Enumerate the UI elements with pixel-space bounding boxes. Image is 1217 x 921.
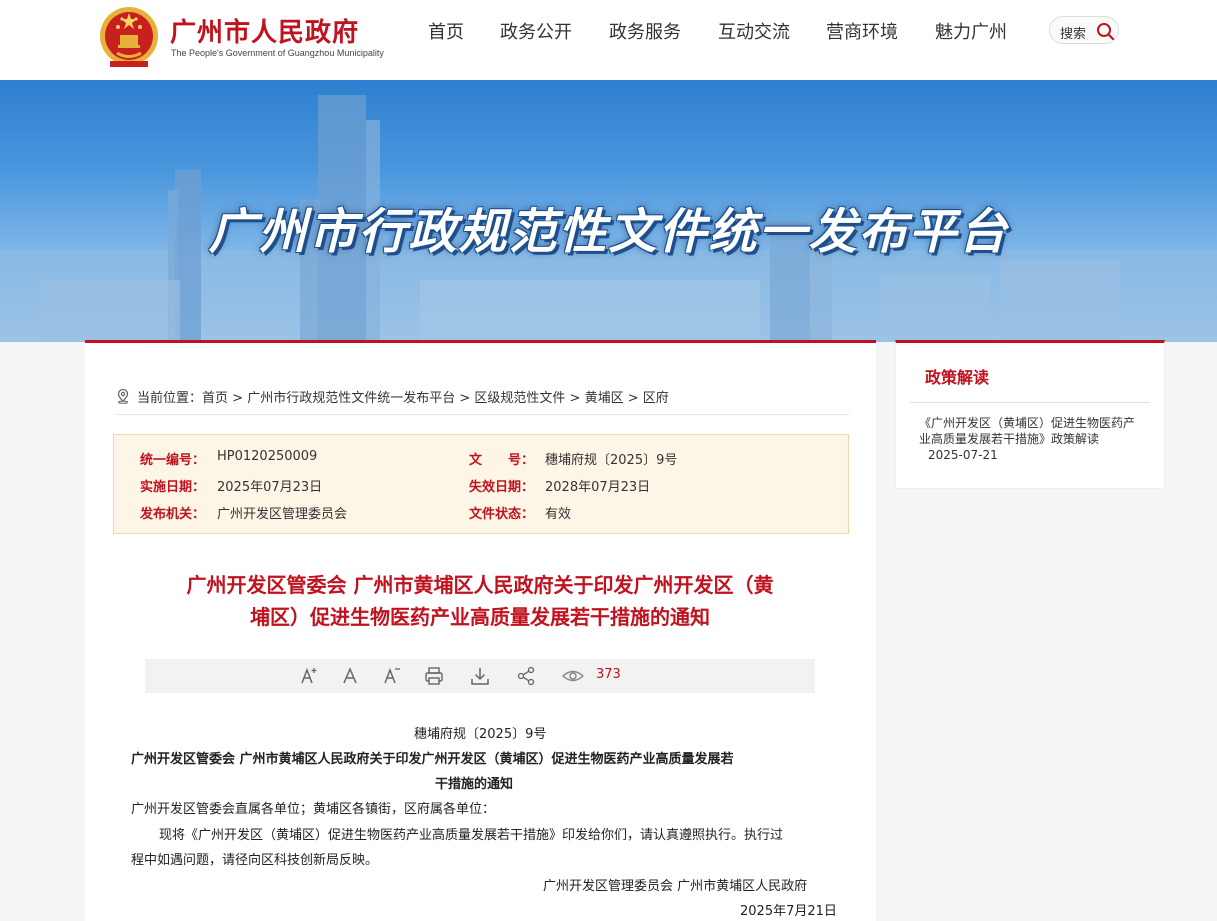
doc-number-label: 文 号： [469, 453, 535, 468]
body-title-line: 广州开发区管委会 广州市黄埔区人民政府关于印发广州开发区（黄埔区）促进生物医药产… [131, 752, 734, 767]
breadcrumb: 当前位置：首页 > 广州市行政规范性文件统一发布平台 > 区级规范性文件 > 黄… [137, 387, 669, 406]
body-date: 2025年7月21日 [740, 904, 837, 919]
font-increase-icon[interactable] [297, 664, 321, 688]
expiry-date-value: 2028年07月23日 [545, 480, 651, 495]
breadcrumb-separator: > [623, 391, 643, 406]
policy-interpretation-link[interactable]: 《广州开发区（黄埔区）促进生物医药产业高质量发展若干措施》政策解读 [919, 415, 1141, 447]
breadcrumb-item-district-docs[interactable]: 区级规范性文件 [474, 391, 565, 406]
body-signer: 广州开发区管理委员会 广州市黄埔区人民政府 [543, 879, 808, 894]
body-paragraph-line: 程中如遇问题，请径向区科技创新局反映。 [131, 853, 379, 868]
breadcrumb-prefix: 当前位置： [137, 391, 203, 406]
site-header: 广州市人民政府 The People's Government of Guang… [0, 0, 1217, 80]
body-recipients: 广州开发区管委会直属各单位；黄埔区各镇街，区府属各单位： [131, 802, 496, 817]
body-doc-number: 穗埔府规〔2025〕9号 [414, 727, 547, 742]
font-reset-icon[interactable] [338, 664, 362, 688]
document-title-line: 埔区）促进生物医药产业高质量发展若干措施的通知 [250, 605, 710, 629]
document-title-line: 广州开发区管委会 广州市黄埔区人民政府关于印发广州开发区（黄 [186, 573, 774, 597]
expiry-date-label: 失效日期： [469, 480, 535, 495]
breadcrumb-separator: > [228, 391, 248, 406]
divider [115, 414, 849, 415]
panel-title: 政策解读 [925, 368, 990, 387]
document-title: 广州开发区管委会 广州市黄埔区人民政府关于印发广州开发区（黄 埔区）促进生物医药… [145, 569, 815, 633]
effective-date-value: 2025年07月23日 [217, 480, 323, 495]
document-metadata-box: 统一编号： HP0120250009 文 号： 穗埔府规〔2025〕9号 实施日… [113, 434, 849, 534]
nav-item-interaction[interactable]: 互动交流 [718, 18, 790, 44]
breadcrumb-item-home[interactable]: 首页 [202, 391, 228, 406]
search-icon[interactable] [1094, 20, 1116, 42]
breadcrumb-separator: > [455, 391, 475, 406]
print-icon[interactable] [422, 664, 446, 688]
main-content: 当前位置：首页 > 广州市行政规范性文件统一发布平台 > 区级规范性文件 > 黄… [85, 340, 876, 921]
banner-title: 广州市行政规范性文件统一发布平台 [208, 204, 1009, 260]
banner: 广州市行政规范性文件统一发布平台 [0, 80, 1217, 342]
breadcrumb-separator: > [565, 391, 585, 406]
font-decrease-icon[interactable] [380, 664, 404, 688]
divider [910, 402, 1150, 403]
site-title[interactable]: 广州市人民政府 [170, 12, 359, 49]
share-icon[interactable] [514, 664, 538, 688]
breadcrumb-item-district-gov[interactable]: 区府 [643, 391, 669, 406]
status-label: 文件状态： [469, 507, 535, 522]
unified-number-value: HP0120250009 [217, 449, 318, 464]
body-paragraph-line: 现将《广州开发区（黄埔区）促进生物医药产业高质量发展若干措施》印发给你们，请认真… [159, 828, 784, 843]
national-emblem-icon[interactable] [98, 5, 160, 69]
issuer-label: 发布机关： [140, 507, 206, 522]
doc-number-value: 穗埔府规〔2025〕9号 [545, 453, 678, 468]
unified-number-label: 统一编号： [140, 453, 206, 468]
download-icon[interactable] [468, 664, 492, 688]
eye-views-icon [561, 670, 585, 682]
nav-item-business-env[interactable]: 营商环境 [826, 18, 898, 44]
nav-item-gov-affairs-open[interactable]: 政务公开 [500, 18, 572, 44]
nav-item-charm-guangzhou[interactable]: 魅力广州 [935, 18, 1007, 44]
search-label: 搜索 [1060, 27, 1087, 42]
site-subtitle: The People's Government of Guangzhou Mun… [171, 48, 384, 58]
document-toolbar: 373 [145, 659, 815, 693]
issuer-value: 广州开发区管理委员会 [217, 507, 348, 522]
breadcrumb-item-huangpu[interactable]: 黄埔区 [585, 391, 624, 406]
effective-date-label: 实施日期： [140, 480, 206, 495]
policy-interpretation-panel: 政策解读 《广州开发区（黄埔区）促进生物医药产业高质量发展若干措施》政策解读 2… [895, 340, 1165, 489]
nav-item-home[interactable]: 首页 [428, 18, 464, 44]
search-box[interactable]: 搜索 [1049, 16, 1119, 44]
location-pin-icon [117, 388, 129, 404]
breadcrumb-item-platform[interactable]: 广州市行政规范性文件统一发布平台 [247, 391, 455, 406]
policy-interpretation-date: 2025-07-21 [928, 448, 998, 462]
status-value: 有效 [545, 507, 572, 522]
view-count: 373 [596, 667, 621, 682]
nav-item-gov-services[interactable]: 政务服务 [609, 18, 681, 44]
body-title-line: 干措施的通知 [435, 777, 514, 792]
